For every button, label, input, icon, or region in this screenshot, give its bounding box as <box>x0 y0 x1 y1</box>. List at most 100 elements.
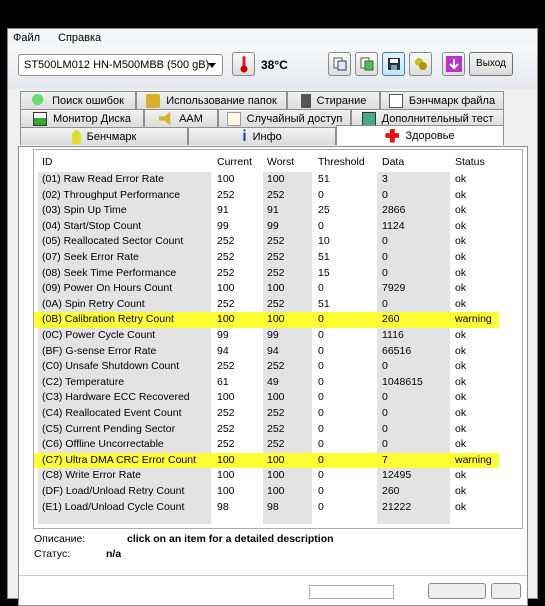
download-icon <box>445 56 462 72</box>
tab-disk-monitor[interactable]: Монитор Диска <box>20 109 144 127</box>
header-status[interactable]: Status <box>455 156 485 168</box>
tab-random-access[interactable]: Случайный доступ <box>218 109 351 127</box>
cell-status: ok <box>455 282 467 295</box>
table-row[interactable]: (03) Spin Up Time 91 91 25 2866 ok <box>34 203 499 219</box>
table-row[interactable]: (C3) Hardware ECC Recovered 100 100 0 0 ok <box>34 390 499 406</box>
table-row[interactable]: (DF) Load/Unload Retry Count 100 100 0 260 ok <box>34 484 499 500</box>
table-row[interactable]: (0A) Spin Retry Count 252 252 51 0 ok <box>34 297 499 313</box>
cell-worst: 94 <box>267 344 279 357</box>
cell-data: 0 <box>382 251 388 263</box>
table-row[interactable]: (C2) Temperature 61 49 0 1048615 ok <box>34 375 499 391</box>
cell-id: (01) Raw Read Error Rate <box>42 173 164 185</box>
cell-data: 1124 <box>382 219 405 232</box>
menu-file[interactable]: Файл <box>13 32 40 44</box>
header-data[interactable]: Data <box>382 156 404 168</box>
cell-status: ok <box>455 251 467 263</box>
scatter-icon <box>226 111 241 126</box>
header-current[interactable]: Current <box>217 156 252 168</box>
cell-data: 0 <box>382 391 388 404</box>
cell-data: 260 <box>382 485 400 497</box>
cell-status: warning <box>455 313 492 326</box>
cell-id: (04) Start/Stop Count <box>42 219 142 232</box>
cell-status: ok <box>455 235 467 248</box>
cell-status: ok <box>455 344 467 357</box>
cell-threshold: 0 <box>318 219 324 232</box>
cell-worst: 252 <box>267 266 285 279</box>
menu-bar: Файл Справка <box>8 29 537 47</box>
tab-erase[interactable]: Стирание <box>287 91 380 109</box>
cell-status: ok <box>455 500 467 513</box>
exit-button[interactable]: Выход <box>469 52 513 76</box>
table-row[interactable]: (08) Seek Time Performance 252 252 15 0 ok <box>34 266 499 282</box>
toolbar: ST500LM012 HN-M500MBB (500 gB) 38°C Выхо… <box>8 47 537 89</box>
cell-status: ok <box>455 219 467 232</box>
file-benchmark-icon <box>388 93 403 108</box>
save-icon <box>387 58 400 70</box>
copy-image-button[interactable] <box>355 52 378 76</box>
table-row[interactable]: (05) Reallocated Sector Count 252 252 10 0 ok <box>34 234 499 250</box>
tab-aam[interactable]: AAM <box>144 109 218 127</box>
bottom-field[interactable] <box>309 585 394 599</box>
cell-worst: 100 <box>267 282 285 295</box>
cell-id: (C2) Temperature <box>42 375 125 388</box>
smart-table[interactable]: ID Current Worst Threshold Data Status (… <box>33 149 523 529</box>
cell-worst: 252 <box>267 438 285 451</box>
menu-help[interactable]: Справка <box>58 32 101 44</box>
cell-current: 252 <box>217 251 235 263</box>
table-row[interactable]: (C8) Write Error Rate 100 100 0 12495 ok <box>34 468 499 484</box>
cell-threshold: 0 <box>318 344 324 357</box>
tab-benchmark[interactable]: Бенчмарк <box>20 127 188 145</box>
cell-status: ok <box>455 469 467 482</box>
cell-worst: 252 <box>267 422 285 435</box>
cell-worst: 252 <box>267 235 285 248</box>
table-row[interactable]: (E1) Load/Unload Cycle Count 98 98 0 21222 ok <box>34 500 499 516</box>
options-button[interactable] <box>409 52 432 76</box>
app-window: Файл Справка ST500LM012 HN-M500MBB (500 … <box>7 28 538 606</box>
cell-threshold: 15 <box>318 266 330 279</box>
cell-status: warning <box>455 453 492 466</box>
bottom-button[interactable] <box>491 583 521 599</box>
cell-threshold: 51 <box>318 251 330 263</box>
tab-label: Поиск ошибок <box>52 94 124 107</box>
table-row[interactable]: (BF) G-sense Error Rate 94 94 0 66516 ok <box>34 344 499 360</box>
drive-select[interactable]: ST500LM012 HN-M500MBB (500 gB) <box>18 54 223 76</box>
cell-data: 0 <box>382 297 388 310</box>
tab-folder-usage[interactable]: Использование папок <box>136 91 287 109</box>
tab-error-scan[interactable]: Поиск ошибок <box>20 91 136 109</box>
cell-id: (08) Seek Time Performance <box>42 266 177 279</box>
table-row[interactable]: (09) Power On Hours Count 100 100 0 7929 ok <box>34 281 499 297</box>
table-row[interactable]: (C6) Offline Uncorrectable 252 252 0 0 ok <box>34 437 499 453</box>
table-row[interactable]: (C0) Unsafe Shutdown Count 252 252 0 0 ok <box>34 359 499 375</box>
cell-worst: 100 <box>267 313 285 326</box>
bottom-button[interactable] <box>428 583 486 599</box>
table-row[interactable]: (0C) Power Cycle Count 99 99 0 1116 ok <box>34 328 499 344</box>
description-value: click on an item for a detailed descript… <box>127 533 334 545</box>
header-id[interactable]: ID <box>42 156 53 168</box>
copy-text-button[interactable] <box>328 52 351 76</box>
table-row[interactable]: (C4) Reallocated Event Count 252 252 0 0 ok <box>34 406 499 422</box>
cell-worst: 100 <box>267 173 285 185</box>
cell-status: ok <box>455 438 467 451</box>
cell-data: 260 <box>382 313 400 326</box>
table-row[interactable]: (04) Start/Stop Count 99 99 0 1124 ok <box>34 219 499 235</box>
folder-icon <box>146 93 161 108</box>
save-button[interactable] <box>382 52 405 76</box>
cell-worst: 100 <box>267 485 285 497</box>
table-row[interactable]: (0B) Calibration Retry Count 100 100 0 260 wa… <box>34 312 499 328</box>
cell-current: 252 <box>217 422 235 435</box>
header-worst[interactable]: Worst <box>267 156 294 168</box>
tab-file-benchmark[interactable]: Бэнчмарк файла <box>380 91 504 109</box>
tab-label: Здоровье <box>405 129 455 142</box>
table-row[interactable]: (C7) Ultra DMA CRC Error Count 100 100 0 7 wa… <box>34 452 499 469</box>
tab-health[interactable]: Здоровье <box>336 125 504 145</box>
cell-status: ok <box>455 329 467 341</box>
table-row[interactable]: (C5) Current Pending Sector 252 252 0 0 ok <box>34 422 499 438</box>
table-row[interactable]: (07) Seek Error Rate 252 252 51 0 ok <box>34 250 499 266</box>
table-row[interactable]: (01) Raw Read Error Rate 100 100 51 3 ok <box>34 172 499 188</box>
cell-threshold: 10 <box>318 235 330 248</box>
cell-threshold: 25 <box>318 204 330 217</box>
table-row[interactable]: (02) Throughput Performance 252 252 0 0 ok <box>34 188 499 204</box>
tab-info[interactable]: i Инфо <box>188 127 336 145</box>
download-button[interactable] <box>442 52 465 76</box>
header-threshold[interactable]: Threshold <box>318 156 365 168</box>
